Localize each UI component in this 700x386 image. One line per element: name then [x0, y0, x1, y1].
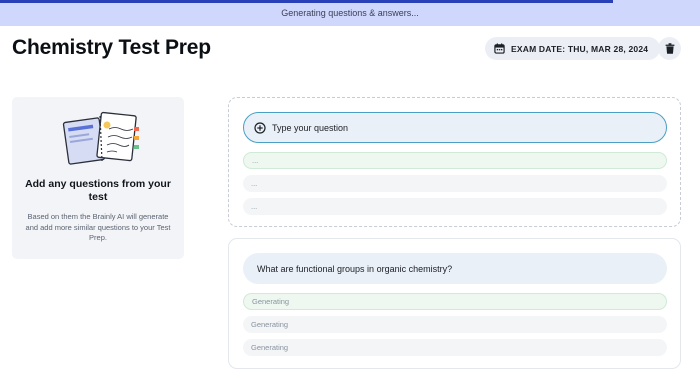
- exam-date-label: EXAM DATE: THU, MAR 28, 2024: [511, 43, 649, 54]
- delete-button[interactable]: [658, 37, 681, 60]
- generating-answer: Generating: [243, 316, 667, 333]
- answer-slot[interactable]: ...: [243, 198, 667, 215]
- generated-question[interactable]: What are functional groups in organic ch…: [243, 253, 667, 284]
- generating-answer: Generating: [243, 293, 667, 310]
- generated-question-card: What are functional groups in organic ch…: [228, 238, 681, 369]
- trash-icon: [665, 43, 674, 54]
- info-card-title: Add any questions from your test: [25, 178, 171, 203]
- answer-slot[interactable]: ...: [243, 175, 667, 192]
- notebook-illustration: [62, 111, 139, 165]
- add-question-card: Type your question ... ... ...: [228, 97, 681, 227]
- exam-date-button[interactable]: EXAM DATE: THU, MAR 28, 2024: [485, 37, 661, 60]
- progress-banner: Generating questions & answers...: [0, 0, 700, 26]
- calendar-icon: [494, 43, 505, 54]
- info-card-description: Based on them the Brainly AI will genera…: [25, 212, 171, 242]
- info-card: Add any questions from your test Based o…: [12, 97, 184, 259]
- progress-status-text: Generating questions & answers...: [281, 8, 419, 18]
- generating-answer: Generating: [243, 339, 667, 356]
- page-title: Chemistry Test Prep: [12, 36, 211, 59]
- question-input[interactable]: Type your question: [243, 112, 667, 143]
- progress-bar-fill: [0, 0, 613, 3]
- plus-circle-icon: [254, 121, 266, 134]
- question-input-placeholder: Type your question: [272, 122, 349, 133]
- answer-slot[interactable]: ...: [243, 152, 667, 169]
